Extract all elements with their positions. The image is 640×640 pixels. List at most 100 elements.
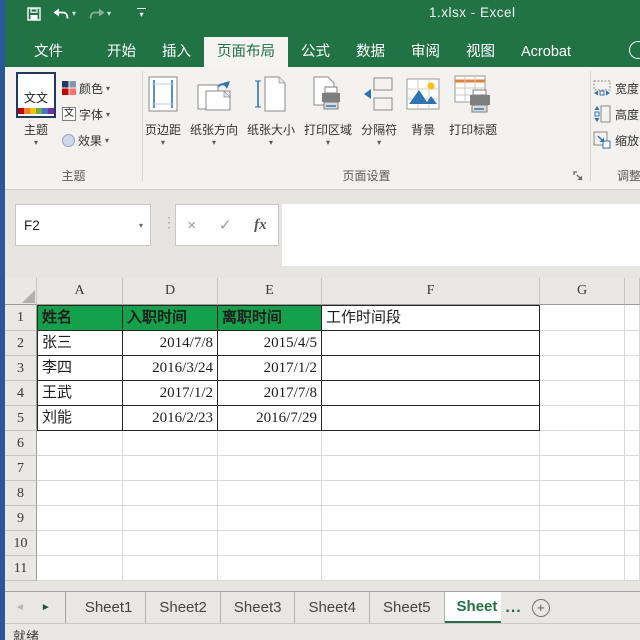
cell[interactable] xyxy=(218,431,322,456)
paper-size-button[interactable]: 纸张大小 ▾ xyxy=(247,70,295,147)
cell-D2[interactable]: 2014/7/8 xyxy=(123,331,218,356)
row-header-1[interactable]: 1 xyxy=(5,305,37,331)
cell[interactable] xyxy=(540,481,625,506)
cell-A2[interactable]: 张三 xyxy=(37,331,123,356)
cell[interactable] xyxy=(625,305,640,331)
cell[interactable] xyxy=(218,531,322,556)
tab-data[interactable]: 数据 xyxy=(343,37,398,67)
tab-acrobat[interactable]: Acrobat xyxy=(508,37,584,67)
column-header-A[interactable]: A xyxy=(37,278,123,305)
cell-F3[interactable] xyxy=(322,356,540,381)
cell-F2[interactable] xyxy=(322,331,540,356)
sheet-tab-sheet4[interactable]: Sheet4 xyxy=(295,592,370,623)
next-sheet-icon[interactable]: ► xyxy=(41,602,51,613)
print-area-button[interactable]: 打印区域 ▾ xyxy=(304,70,352,147)
cell-D4[interactable]: 2017/1/2 xyxy=(123,381,218,406)
cell-A3[interactable]: 李四 xyxy=(37,356,123,381)
cell-E3[interactable]: 2017/1/2 xyxy=(218,356,322,381)
column-header-D[interactable]: D xyxy=(123,278,218,305)
theme-effects-button[interactable]: 效果 ▾ xyxy=(62,127,110,153)
formula-bar-resize-handle[interactable]: ⋮ xyxy=(162,214,176,231)
chevron-down-icon[interactable]: ▾ xyxy=(72,9,76,18)
themes-button[interactable]: 文文 主题 ▾ xyxy=(12,72,60,147)
sheet-tab-sheet1[interactable]: Sheet1 xyxy=(72,592,147,623)
cell-E2[interactable]: 2015/4/5 xyxy=(218,331,322,356)
cell[interactable] xyxy=(123,531,218,556)
row-header-11[interactable]: 11 xyxy=(5,556,37,581)
cell-E5[interactable]: 2016/7/29 xyxy=(218,406,322,431)
name-box[interactable]: F2 ▾ xyxy=(15,204,151,246)
column-header-E[interactable]: E xyxy=(218,278,322,305)
cell[interactable] xyxy=(37,431,123,456)
orientation-button[interactable]: 纸张方向 ▾ xyxy=(190,70,238,147)
row-header-5[interactable]: 5 xyxy=(5,406,37,431)
cell[interactable] xyxy=(540,506,625,531)
cell[interactable] xyxy=(123,506,218,531)
row-header-4[interactable]: 4 xyxy=(5,381,37,406)
row-header-6[interactable]: 6 xyxy=(5,431,37,456)
chevron-down-icon[interactable]: ▾ xyxy=(139,221,143,230)
cell[interactable] xyxy=(625,556,640,581)
cell[interactable] xyxy=(625,456,640,481)
row-header-3[interactable]: 3 xyxy=(5,356,37,381)
tab-formulas[interactable]: 公式 xyxy=(288,37,343,67)
row-header-10[interactable]: 10 xyxy=(5,531,37,556)
cell[interactable] xyxy=(123,456,218,481)
tab-home[interactable]: 开始 xyxy=(94,37,149,67)
cell-D3[interactable]: 2016/3/24 xyxy=(123,356,218,381)
print-titles-button[interactable]: 打印标题 xyxy=(449,70,497,138)
margins-button[interactable]: 页边距 ▾ xyxy=(145,70,181,147)
cell[interactable] xyxy=(123,556,218,581)
tab-review[interactable]: 审阅 xyxy=(398,37,453,67)
background-button[interactable]: 背景 xyxy=(406,70,440,138)
cell-A5[interactable]: 刘能 xyxy=(37,406,123,431)
cell[interactable] xyxy=(37,456,123,481)
row-header-9[interactable]: 9 xyxy=(5,506,37,531)
cell[interactable] xyxy=(322,556,540,581)
column-header-partial[interactable] xyxy=(625,278,640,305)
new-sheet-button[interactable]: + xyxy=(532,599,550,617)
cell[interactable] xyxy=(625,406,640,431)
tab-page-layout[interactable]: 页面布局 xyxy=(204,37,288,67)
cell[interactable] xyxy=(37,556,123,581)
cell[interactable] xyxy=(218,481,322,506)
undo-button[interactable]: ▾ xyxy=(53,7,76,20)
cell[interactable] xyxy=(540,431,625,456)
cell[interactable] xyxy=(218,556,322,581)
select-all-corner[interactable] xyxy=(5,278,37,305)
cell-A4[interactable]: 王武 xyxy=(37,381,123,406)
sheet-tab-active[interactable]: Sheet xyxy=(445,592,502,623)
cell[interactable] xyxy=(37,481,123,506)
customize-quick-access-button[interactable]: ▾ xyxy=(137,8,146,19)
sheet-tab-sheet5[interactable]: Sheet5 xyxy=(370,592,445,623)
formula-input[interactable] xyxy=(282,204,640,266)
cell[interactable] xyxy=(625,531,640,556)
cell[interactable] xyxy=(218,506,322,531)
cell-G5[interactable] xyxy=(540,406,625,431)
cell[interactable] xyxy=(123,481,218,506)
cell[interactable] xyxy=(540,556,625,581)
column-header-F[interactable]: F xyxy=(322,278,540,305)
sheet-tab-sheet3[interactable]: Sheet3 xyxy=(221,592,296,623)
prev-sheet-icon[interactable]: ◄ xyxy=(15,602,25,613)
fit-height-button[interactable]: 高度 xyxy=(593,101,639,127)
breaks-button[interactable]: 分隔符 ▾ xyxy=(361,70,397,147)
insert-function-icon[interactable]: fx xyxy=(254,217,267,234)
cell-G2[interactable] xyxy=(540,331,625,356)
enter-icon[interactable]: ✓ xyxy=(219,216,232,234)
cell[interactable] xyxy=(322,531,540,556)
cell[interactable] xyxy=(540,456,625,481)
save-button[interactable] xyxy=(27,7,41,21)
cell-G1[interactable] xyxy=(540,305,625,331)
cell[interactable] xyxy=(540,531,625,556)
cell-G4[interactable] xyxy=(540,381,625,406)
cell-D5[interactable]: 2016/2/23 xyxy=(123,406,218,431)
cell[interactable] xyxy=(625,431,640,456)
cell[interactable] xyxy=(625,381,640,406)
column-header-G[interactable]: G xyxy=(540,278,625,305)
row-header-2[interactable]: 2 xyxy=(5,331,37,356)
cell-A1[interactable]: 姓名 xyxy=(37,305,123,331)
row-header-8[interactable]: 8 xyxy=(5,481,37,506)
tab-view[interactable]: 视图 xyxy=(453,37,508,67)
cell[interactable] xyxy=(322,456,540,481)
